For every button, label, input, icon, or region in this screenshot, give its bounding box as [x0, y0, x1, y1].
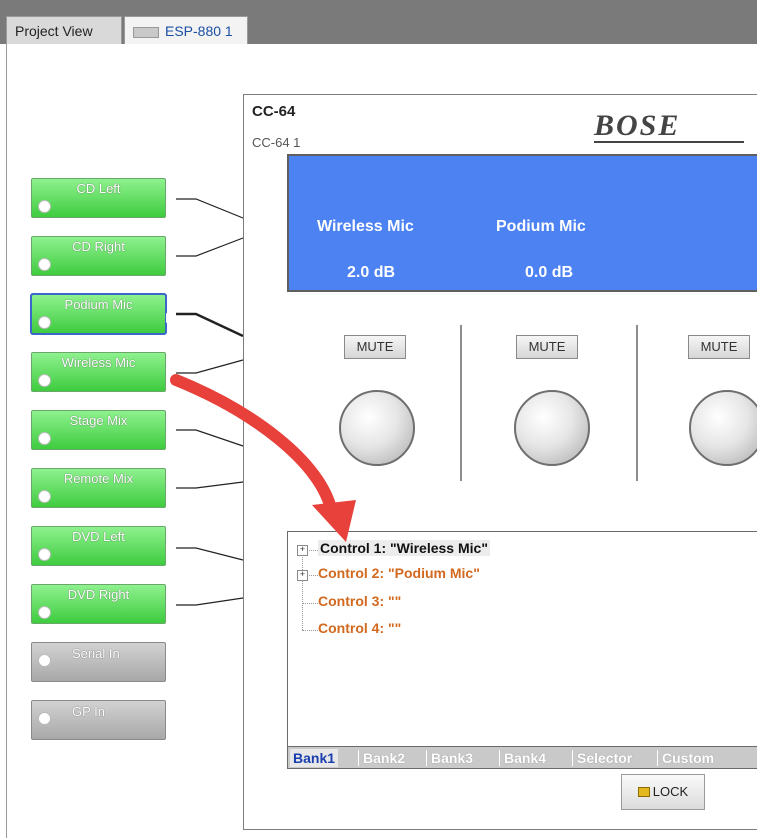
- arrow-head: [312, 500, 356, 542]
- annotation-arrow: [170, 374, 356, 542]
- arrow-shaft: [170, 374, 338, 518]
